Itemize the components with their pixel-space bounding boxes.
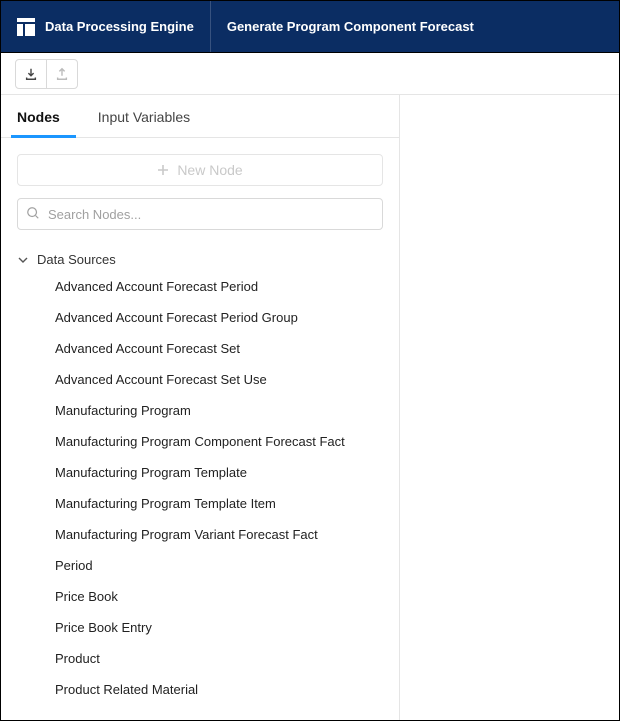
node-item[interactable]: Price Book Entry — [55, 612, 383, 643]
node-item[interactable]: Advanced Account Forecast Set Use — [55, 364, 383, 395]
search-icon — [26, 206, 40, 220]
node-item[interactable]: Product Related Material — [55, 674, 383, 705]
node-item[interactable]: Product — [55, 643, 383, 674]
import-button[interactable] — [15, 59, 47, 89]
search-wrap — [17, 198, 383, 230]
tab-nodes[interactable]: Nodes — [11, 103, 76, 138]
search-input[interactable] — [17, 198, 383, 230]
app-name: Data Processing Engine — [45, 19, 194, 34]
toolbar — [1, 53, 619, 95]
panel-body: New Node Data Sources Advanced Account F… — [1, 138, 399, 720]
app-icon — [17, 18, 35, 36]
node-item[interactable]: Manufacturing Program — [55, 395, 383, 426]
node-item[interactable]: Advanced Account Forecast Set — [55, 333, 383, 364]
panel-tabs: Nodes Input Variables — [1, 95, 399, 138]
node-item[interactable]: Manufacturing Program Variant Forecast F… — [55, 519, 383, 550]
canvas-panel[interactable] — [400, 95, 619, 720]
app-header: Data Processing Engine Generate Program … — [1, 1, 619, 53]
export-button[interactable] — [46, 59, 78, 89]
node-item[interactable]: Advanced Account Forecast Period — [55, 271, 383, 302]
chevron-down-icon — [17, 254, 29, 266]
node-list: Advanced Account Forecast PeriodAdvanced… — [17, 271, 383, 705]
tree-group-header[interactable]: Data Sources — [17, 248, 383, 271]
node-item[interactable]: Manufacturing Program Template — [55, 457, 383, 488]
tree-group-label: Data Sources — [37, 252, 116, 267]
node-item[interactable]: Manufacturing Program Component Forecast… — [55, 426, 383, 457]
plus-icon — [157, 164, 169, 176]
app-brand[interactable]: Data Processing Engine — [1, 1, 211, 52]
new-node-button[interactable]: New Node — [17, 154, 383, 186]
node-item[interactable]: Advanced Account Forecast Period Group — [55, 302, 383, 333]
page-title: Generate Program Component Forecast — [211, 19, 490, 34]
left-panel: NodesInput Variables New Node Data — [1, 95, 400, 720]
node-item[interactable]: Manufacturing Program Template Item — [55, 488, 383, 519]
node-item[interactable]: Price Book — [55, 581, 383, 612]
upload-icon — [55, 67, 69, 81]
download-icon — [24, 67, 38, 81]
new-node-label: New Node — [177, 162, 242, 178]
main-area: NodesInput Variables New Node Data — [1, 95, 619, 720]
node-item[interactable]: Period — [55, 550, 383, 581]
tab-input-variables[interactable]: Input Variables — [92, 103, 206, 137]
